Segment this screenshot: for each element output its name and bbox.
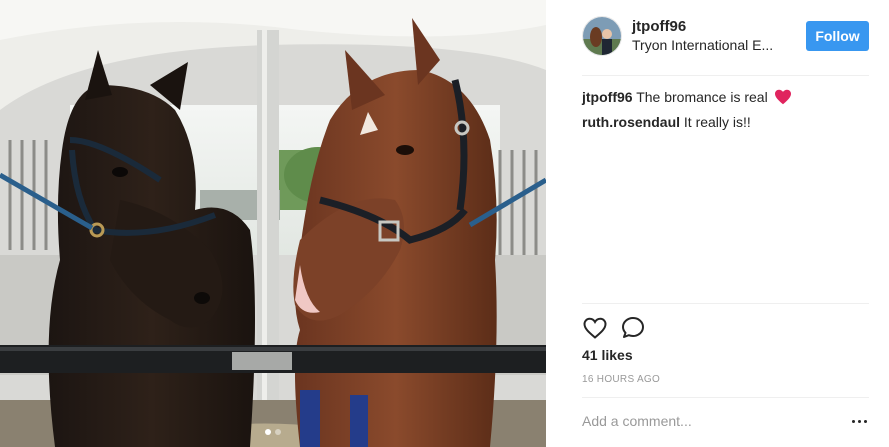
divider [582, 397, 869, 398]
more-options-icon[interactable] [851, 413, 869, 429]
horses-in-trailer-image [0, 0, 546, 447]
post-username[interactable]: jtpoff96 [632, 18, 686, 35]
caption-comment: jtpoff96 The bromance is real [582, 88, 792, 109]
carousel-dot[interactable] [275, 429, 281, 435]
add-comment-input[interactable] [582, 409, 832, 433]
comment-username[interactable]: jtpoff96 [582, 89, 633, 105]
avatar[interactable] [582, 16, 622, 56]
likes-count[interactable]: 41 likes [582, 347, 633, 363]
comment: ruth.rosendaul It really is!! [582, 113, 751, 131]
post-location[interactable]: Tryon International E... [632, 37, 782, 53]
comment-username[interactable]: ruth.rosendaul [582, 114, 680, 130]
red-heart-emoji-icon [774, 89, 792, 109]
divider [582, 303, 869, 304]
post-photo[interactable] [0, 0, 546, 447]
carousel-indicator [0, 429, 546, 435]
follow-button[interactable]: Follow [806, 21, 869, 51]
carousel-dot-active[interactable] [265, 429, 271, 435]
comment-text: It really is!! [683, 114, 751, 130]
post-timestamp[interactable]: 16 HOURS AGO [582, 374, 660, 385]
speech-bubble-icon[interactable] [620, 315, 646, 341]
heart-outline-icon[interactable] [582, 315, 608, 341]
comment-text: The bromance is real [636, 89, 768, 105]
post-sidebar: jtpoff96 Tryon International E... Follow… [546, 0, 889, 447]
divider [582, 75, 869, 76]
post-header: jtpoff96 Tryon International E... Follow [582, 15, 869, 59]
